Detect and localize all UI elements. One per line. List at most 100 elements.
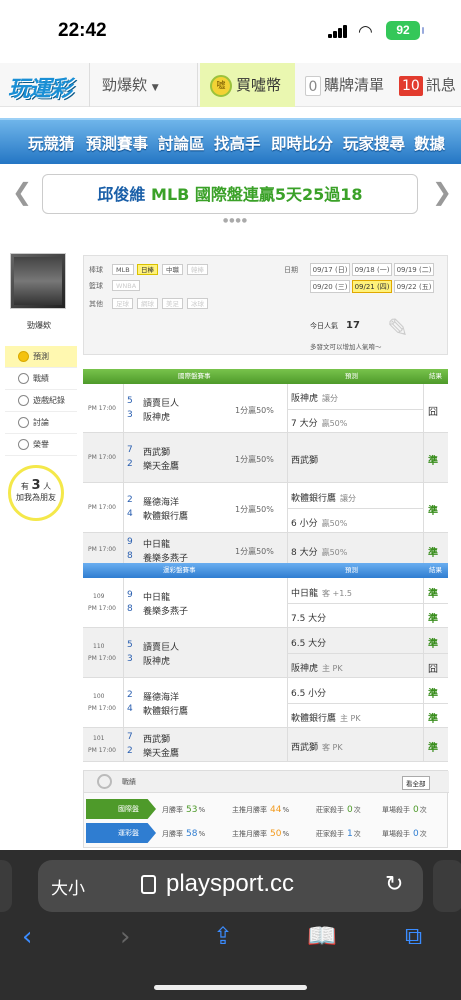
popularity-tip: 多發文可以增加人氣唷～ bbox=[310, 343, 382, 351]
prev-tab-preview[interactable] bbox=[0, 860, 12, 912]
home-team: 軟體銀行鷹 bbox=[143, 512, 189, 522]
result-mark: 準 bbox=[428, 548, 438, 559]
main-menu: 玩競猜 預測賽事 討論區 找高手 即時比分 玩家搜尋 數據 bbox=[0, 118, 461, 164]
date-0920[interactable]: 09/20 (三) bbox=[310, 280, 350, 293]
home-team: 軟體銀行鷹 bbox=[143, 707, 189, 717]
bulb-icon bbox=[18, 351, 29, 362]
pick-sub: 客 PK bbox=[322, 743, 343, 752]
pick-label: 軟體銀行鷹 bbox=[291, 493, 337, 504]
team-score: 5 bbox=[127, 395, 133, 406]
messages-button[interactable]: 10 訊息 bbox=[389, 63, 461, 107]
user-sidebar: 勁爆欸 預測 戰績 遊戲紀錄 討論 榮譽 有 3 人加我為朋友 bbox=[5, 253, 77, 543]
result-mark: 囧 bbox=[428, 406, 438, 418]
date-0922[interactable]: 09/22 (五) bbox=[394, 280, 434, 293]
record-panel: 戰績 看全部 國際盤 月勝率 53% 主推月勝率 44% 莊家殺手 0次 單場殺手 0次 運彩盤月… bbox=[83, 770, 449, 848]
sidebar-item-record[interactable]: 戰績 bbox=[5, 368, 77, 390]
col-divider bbox=[287, 578, 288, 628]
date-0917[interactable]: 09/17 (日) bbox=[310, 263, 350, 276]
sidebar-item-discuss[interactable]: 討論 bbox=[5, 412, 77, 434]
lock-icon bbox=[141, 875, 156, 894]
purchase-list-button[interactable]: 0 購牌清單 bbox=[297, 63, 387, 107]
tag-cpbl[interactable]: 中職 bbox=[162, 264, 183, 275]
prediction-pick: 阪神虎主 PK bbox=[291, 661, 343, 674]
bookmarks-icon[interactable]: 📖 bbox=[307, 922, 337, 950]
col-divider bbox=[287, 533, 288, 567]
record-title: 戰績 bbox=[122, 778, 136, 786]
user-dropdown[interactable]: 勁爆欸 ▼ bbox=[89, 63, 198, 107]
trophy-icon bbox=[18, 439, 29, 450]
pick-sub: 主 PK bbox=[340, 713, 361, 723]
wifi-icon: ◠ bbox=[358, 22, 373, 42]
menu-item-data[interactable]: 數據 bbox=[414, 132, 445, 154]
game-time: PM 17:00 bbox=[88, 546, 116, 553]
col-header-result: 結果 bbox=[429, 372, 442, 380]
result-mark: 準 bbox=[428, 638, 438, 650]
back-icon[interactable]: ‹ bbox=[22, 922, 32, 952]
sidebar-item-game-log[interactable]: 遊戲紀錄 bbox=[5, 390, 77, 412]
game-id: 101 bbox=[93, 735, 105, 742]
menu-item-player-search[interactable]: 玩家搜尋 bbox=[343, 132, 405, 154]
banner-prev-arrow-icon[interactable]: ❮ bbox=[12, 178, 32, 206]
stat-label: 莊家殺手 bbox=[316, 830, 344, 838]
messages-count: 10 bbox=[399, 75, 423, 96]
avatar[interactable] bbox=[10, 253, 66, 309]
date-0921[interactable]: 09/21 (四) bbox=[352, 280, 392, 293]
next-tab-preview[interactable] bbox=[433, 860, 461, 912]
odds-note: 1分贏50% bbox=[235, 405, 274, 415]
prediction-pick: 西武獅 bbox=[291, 453, 322, 466]
reload-icon[interactable]: ↻ bbox=[385, 872, 403, 897]
away-team: 西武獅 bbox=[143, 735, 171, 745]
col-divider bbox=[287, 483, 288, 533]
sidebar-item-predict[interactable]: 預測 bbox=[5, 346, 77, 368]
date-0918[interactable]: 09/18 (一) bbox=[352, 263, 392, 276]
top-navigation: 玩運彩 勁爆欸 ▼ 噓買噓幣 0 購牌清單 10 訊息 bbox=[0, 63, 461, 107]
username: 勁爆欸 bbox=[27, 321, 51, 330]
col-divider bbox=[123, 533, 124, 567]
stat-value: 58 bbox=[186, 829, 198, 839]
carousel-dots: ●●●● bbox=[223, 217, 248, 224]
tag-kbo: 韓棒 bbox=[187, 264, 208, 275]
stat-unit: 次 bbox=[419, 806, 427, 814]
tag-mlb[interactable]: MLB bbox=[112, 264, 134, 275]
menu-item-forum[interactable]: 討論區 bbox=[158, 132, 205, 154]
see-all-button[interactable]: 看全部 bbox=[402, 776, 430, 790]
prediction-pick: 6.5 大分 bbox=[291, 636, 336, 649]
pick-divider bbox=[287, 508, 423, 509]
promo-banner[interactable]: 邱俊維 MLB 國際盤連贏5天25過18 bbox=[42, 174, 418, 214]
buy-coins-button[interactable]: 噓買噓幣 bbox=[200, 63, 295, 107]
home-team: 樂天金鷹 bbox=[143, 462, 180, 472]
sidebar-item-label: 戰績 bbox=[33, 374, 49, 383]
banner-next-arrow-icon[interactable]: ❯ bbox=[432, 178, 452, 206]
away-team: 中日龍 bbox=[143, 540, 171, 550]
menu-item-live-scores[interactable]: 即時比分 bbox=[271, 132, 333, 154]
friends-lightbulb[interactable]: 有 3 人加我為朋友 bbox=[8, 465, 64, 521]
record-stat: 月勝率 53% bbox=[162, 805, 205, 815]
local-table: 運彩盤賽事 預測 結果 109 PM 17:00 9 中日龍 8 養樂多燕子 中日龍客 +1.5 準… bbox=[83, 563, 448, 763]
away-team: 讀賣巨人 bbox=[143, 643, 180, 653]
address-bar[interactable]: 大小 playsport.cc ↻ bbox=[38, 860, 423, 912]
menu-item-quiz[interactable]: 玩競猜 bbox=[28, 132, 75, 154]
battery-icon: 92 bbox=[386, 21, 424, 40]
tag-jpn-baseball[interactable]: 日棒 bbox=[137, 264, 158, 275]
sidebar-item-honor[interactable]: 榮譽 bbox=[5, 434, 77, 456]
menu-item-predict[interactable]: 預測賽事 bbox=[86, 132, 148, 154]
record-stat: 主推月勝率 50% bbox=[232, 829, 289, 839]
text-size-button[interactable]: 大小 bbox=[51, 874, 85, 899]
game-log-icon bbox=[18, 395, 29, 406]
stat-label: 主推月勝率 bbox=[232, 806, 267, 814]
date-0919[interactable]: 09/19 (二) bbox=[394, 263, 434, 276]
share-icon[interactable]: ⇪ bbox=[213, 922, 233, 950]
record-header: 戰績 看全部 bbox=[84, 771, 449, 793]
site-logo[interactable]: 玩運彩 bbox=[8, 71, 78, 101]
friend-count: 3 bbox=[31, 478, 41, 493]
col-header-predict: 預測 bbox=[345, 566, 358, 574]
table-row: PM 17:00 9 中日龍 8 養樂多燕子 1分贏50% 8 大分 贏50% 準 bbox=[83, 533, 448, 567]
record-stat: 莊家殺手 1次 bbox=[316, 829, 361, 839]
menu-item-experts[interactable]: 找高手 bbox=[214, 132, 261, 154]
pick-sub: 贏50% bbox=[321, 418, 348, 428]
forward-icon: › bbox=[120, 922, 131, 952]
tabs-icon[interactable]: ⧉ bbox=[405, 922, 422, 950]
team-score: 9 bbox=[127, 537, 133, 547]
result-mark: 準 bbox=[428, 713, 438, 725]
game-time: PM 17:00 bbox=[88, 605, 116, 612]
